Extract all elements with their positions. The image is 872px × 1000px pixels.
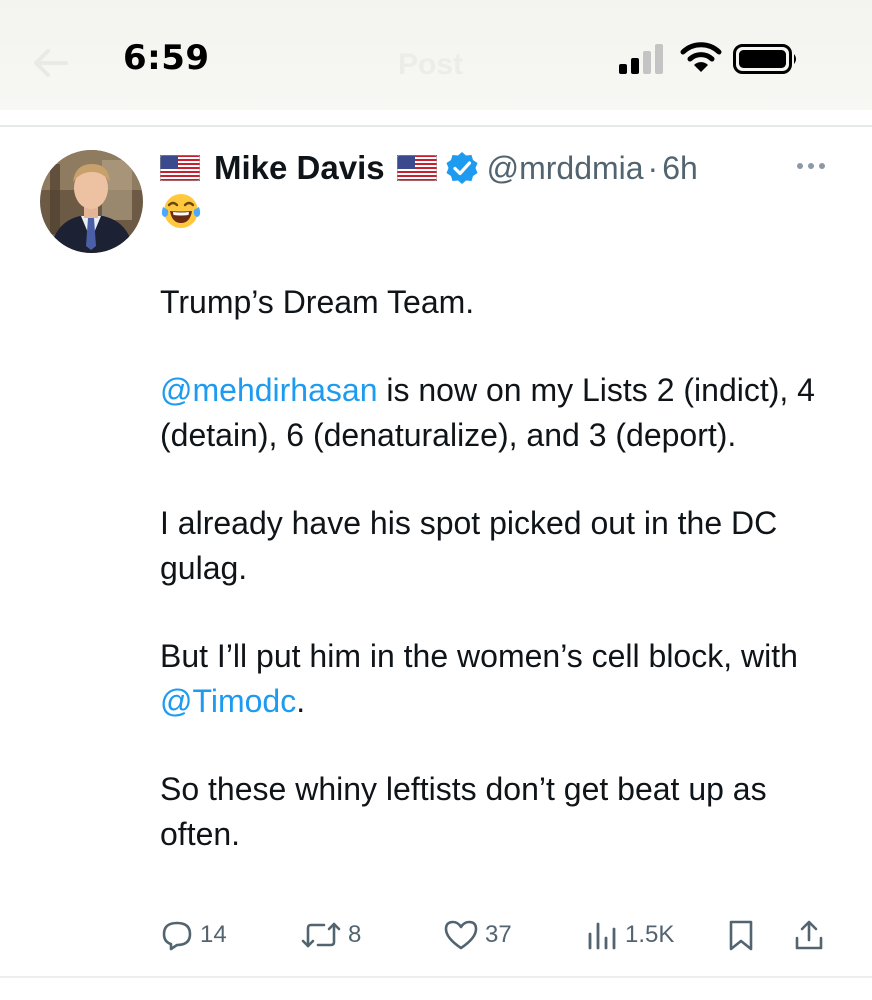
- tweet-text-segment: But I’ll put him in the women’s cell blo…: [160, 638, 798, 674]
- reply-count: 14: [200, 921, 227, 948]
- author-name[interactable]: Mike Davis: [214, 149, 385, 187]
- tweet-paragraph: @mehdirhasan is now on my Lists 2 (indic…: [160, 368, 840, 458]
- clock: 6:59: [123, 38, 210, 78]
- bookmark-button[interactable]: [725, 910, 757, 960]
- tweet-paragraph: But I’ll put him in the women’s cell blo…: [160, 634, 840, 724]
- tweet-paragraph: Trump’s Dream Team.: [160, 280, 840, 325]
- tweet-text: Trump’s Dream Team. @mehdirhasan is now o…: [160, 280, 840, 900]
- more-options-icon[interactable]: [794, 156, 828, 176]
- tweet-header: Mike Davis @mrddmia · 6h: [160, 146, 698, 190]
- author-handle[interactable]: @mrddmia: [487, 150, 644, 187]
- repost-count: 8: [348, 921, 362, 948]
- tweet-text-segment: Trump’s Dream Team.: [160, 284, 475, 320]
- views-button[interactable]: 1.5K: [585, 910, 674, 960]
- views-count: 1.5K: [625, 921, 675, 948]
- share-button[interactable]: [792, 910, 826, 960]
- tweet-text-segment: So these whiny leftists don’t get beat u…: [160, 771, 767, 852]
- reply-icon: [162, 921, 192, 951]
- separator-dot: ·: [647, 149, 659, 186]
- battery-icon: [733, 44, 796, 74]
- us-flag-icon: [396, 155, 437, 181]
- header-divider: [0, 125, 872, 127]
- heart-icon: [444, 920, 478, 950]
- laughing-tears-emoji: [161, 194, 201, 228]
- page-title: Post: [398, 48, 464, 81]
- mention-link[interactable]: @mehdirhasan: [160, 372, 377, 408]
- repost-icon: [301, 922, 341, 948]
- reply-button[interactable]: 14: [160, 910, 227, 960]
- like-count: 37: [485, 921, 512, 948]
- us-flag-icon: [160, 155, 200, 181]
- back-arrow-icon[interactable]: [30, 46, 70, 80]
- wifi-icon: [680, 42, 722, 72]
- tweet-text-segment: .: [296, 683, 306, 719]
- bookmark-icon: [729, 920, 753, 951]
- like-button[interactable]: 37: [443, 910, 512, 960]
- status-bar: Post 6:59: [0, 0, 872, 110]
- mention-link[interactable]: @Timodc: [160, 683, 296, 719]
- bottom-divider: [0, 976, 872, 978]
- tweet-paragraph: I already have his spot picked out in th…: [160, 501, 840, 591]
- tweet-paragraph: So these whiny leftists don’t get beat u…: [160, 767, 840, 857]
- views-chart-icon: [588, 922, 616, 950]
- repost-button[interactable]: 8: [300, 910, 361, 960]
- cellular-signal-icon: [619, 44, 663, 74]
- timestamp[interactable]: 6h: [662, 150, 698, 187]
- verified-badge-icon[interactable]: [445, 151, 479, 185]
- tweet-text-segment: I already have his spot picked out in th…: [160, 505, 778, 586]
- avatar[interactable]: [40, 150, 143, 253]
- action-bar: 14 8 37 1.5K: [0, 910, 872, 960]
- share-icon: [795, 920, 823, 950]
